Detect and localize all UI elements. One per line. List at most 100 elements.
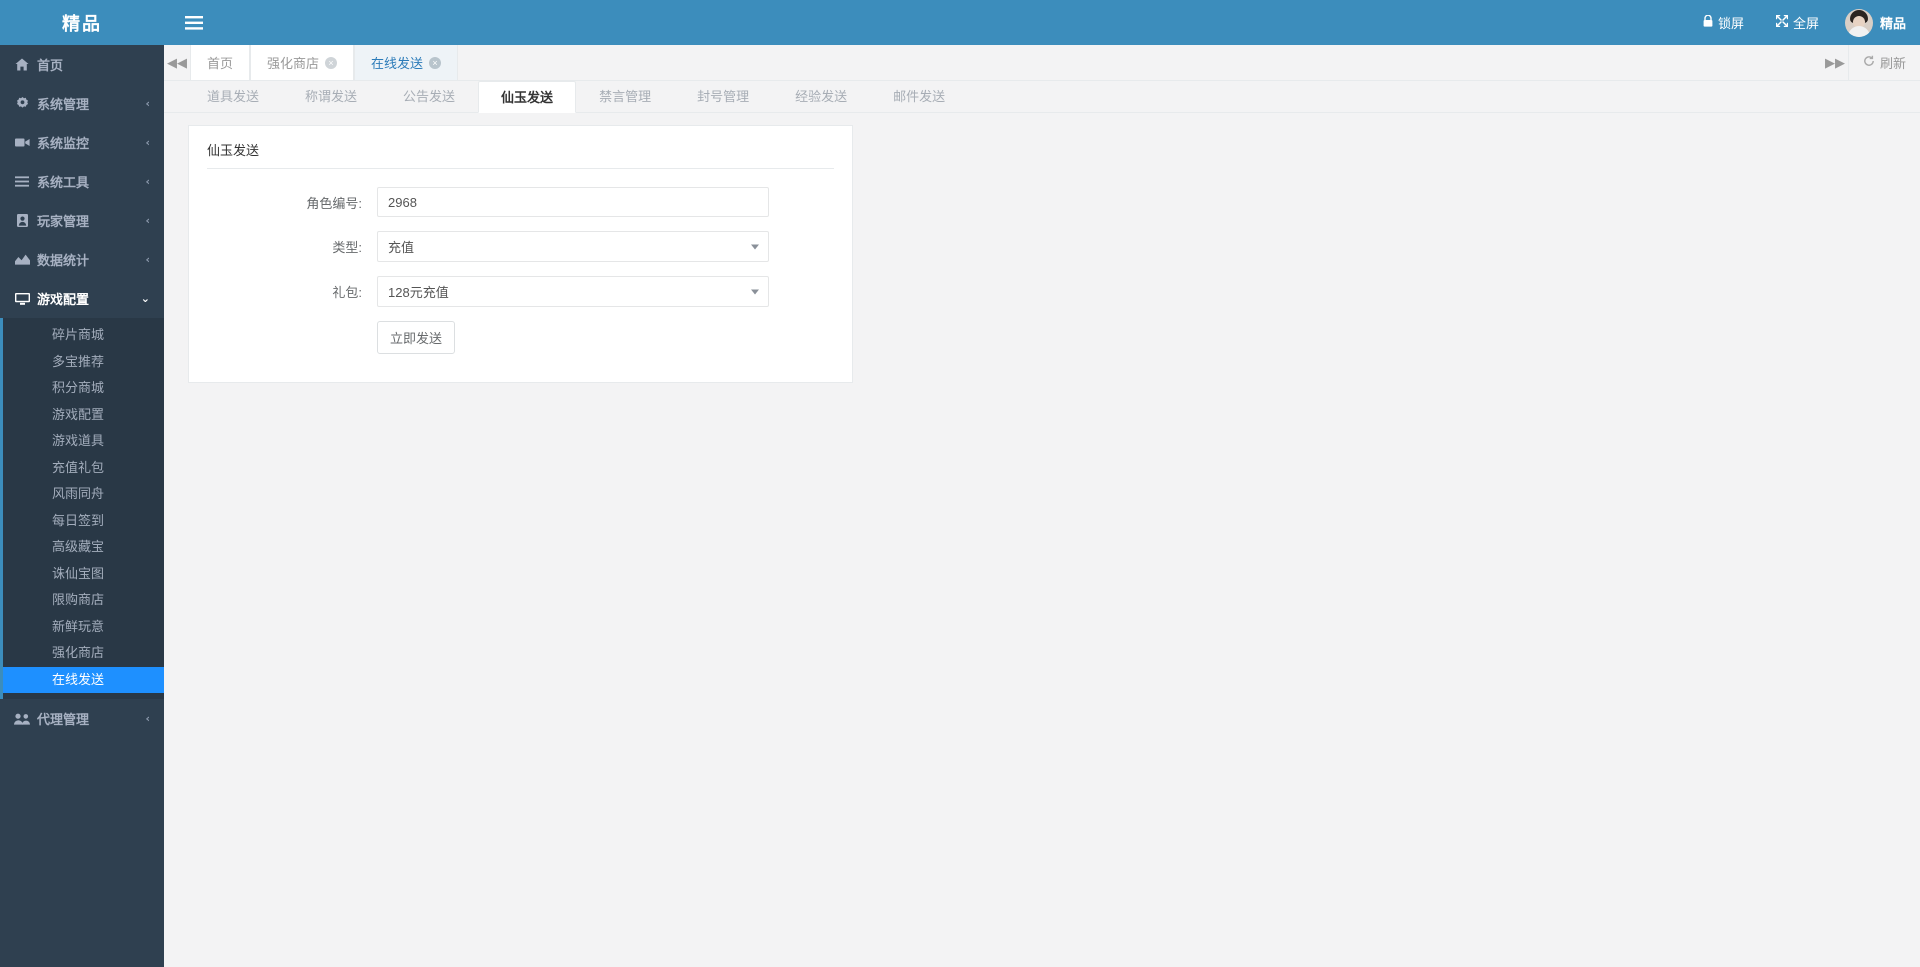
submenu-link-4[interactable]: 游戏道具 xyxy=(0,428,164,455)
fullscreen-button[interactable]: 全屏 xyxy=(1760,0,1835,45)
content-tab-5[interactable]: 封号管理 xyxy=(674,80,772,112)
users-icon xyxy=(14,713,30,725)
close-icon[interactable]: × xyxy=(325,56,338,69)
topbar-actions: 锁屏 全屏 精品 xyxy=(1687,0,1920,45)
sidebar-link-4[interactable]: 玩家管理 ‹ xyxy=(0,201,164,240)
page-tab-1[interactable]: 强化商店 × xyxy=(250,45,355,80)
user-name: 精品 xyxy=(1879,16,1906,31)
sidebar-item-label: 玩家管理 xyxy=(37,214,90,229)
submenu-link-6[interactable]: 风雨同舟 xyxy=(0,481,164,508)
submenu-item: 充值礼包 xyxy=(0,455,164,482)
chevron-double-right-icon[interactable]: ▶▶ xyxy=(1821,45,1848,80)
content-tab-1[interactable]: 称谓发送 xyxy=(282,80,380,112)
content-tab-3[interactable]: 仙玉发送 xyxy=(478,81,577,113)
submenu-link-7[interactable]: 每日签到 xyxy=(0,508,164,535)
sidebar-item-2: 系统监控 ‹ xyxy=(0,123,164,162)
send-now-button[interactable]: 立即发送 xyxy=(377,321,456,354)
sidebar-item-4: 玩家管理 ‹ xyxy=(0,201,164,240)
form-row-role-id: 角色编号: xyxy=(207,187,834,217)
submenu-accent-bar xyxy=(0,318,3,699)
gift-select[interactable]: 128元充值 xyxy=(377,276,769,307)
home-icon xyxy=(14,58,30,71)
sidebar-item-7: 代理管理 ‹ xyxy=(0,699,164,738)
sidebar-item-6: 游戏配置 ⌄ 碎片商城 多宝推荐 积分商城 游戏配置 游戏道具 充值礼包 风雨同舟 每日签到 高级藏… xyxy=(0,279,164,699)
submenu-item: 每日签到 xyxy=(0,508,164,535)
content-tab-0[interactable]: 道具发送 xyxy=(184,80,282,112)
sidebar-nav: 首页 系统管理 ‹ 系统监控 ‹ 系统工具 ‹ 玩家管理 ‹ 数据统计 ‹ 游戏配置 ⌄ 碎片商城 多宝推荐… xyxy=(0,45,164,738)
sidebar-item-5: 数据统计 ‹ xyxy=(0,240,164,279)
panel-area: 仙玉发送 角色编号: 类型: 充值 xyxy=(164,113,1920,383)
user-menu[interactable]: 精品 xyxy=(1835,8,1906,37)
brand-logo[interactable]: 精品 xyxy=(0,0,164,45)
page-tab-label: 强化商店 xyxy=(267,56,320,71)
lock-icon xyxy=(1703,14,1713,30)
page-tab-0[interactable]: 首页 xyxy=(190,45,251,80)
hamburger-icon[interactable] xyxy=(164,0,224,45)
submenu-item: 风雨同舟 xyxy=(0,481,164,508)
list-icon xyxy=(14,176,30,187)
chevron-double-left-icon[interactable]: ◀◀ xyxy=(164,45,190,80)
submenu-link-8[interactable]: 高级藏宝 xyxy=(0,534,164,561)
submenu-link-3[interactable]: 游戏配置 xyxy=(0,402,164,429)
chart-icon xyxy=(14,254,30,265)
sidebar-link-3[interactable]: 系统工具 ‹ xyxy=(0,162,164,201)
page-tabstrip: ◀◀ 首页 强化商店 × 在线发送 × ▶▶ 刷新 xyxy=(164,45,1920,81)
chevron-left-icon: ‹ xyxy=(145,253,150,266)
page-tab-label: 首页 xyxy=(207,56,234,71)
submenu-item: 新鲜玩意 xyxy=(0,614,164,641)
submenu-link-5[interactable]: 充值礼包 xyxy=(0,455,164,482)
expand-icon xyxy=(1775,14,1789,30)
form-actions: 立即发送 xyxy=(207,321,834,354)
refresh-button[interactable]: 刷新 xyxy=(1847,45,1920,80)
submenu-link-11[interactable]: 新鲜玩意 xyxy=(0,614,164,641)
lock-screen-button[interactable]: 锁屏 xyxy=(1687,0,1760,45)
content-tab-6[interactable]: 经验发送 xyxy=(772,80,870,112)
content-tab-4[interactable]: 禁言管理 xyxy=(576,80,674,112)
submenu-link-13[interactable]: 在线发送 xyxy=(0,666,164,693)
submenu-link-1[interactable]: 多宝推荐 xyxy=(0,349,164,376)
submenu-link-12[interactable]: 强化商店 xyxy=(0,640,164,667)
gift-select-value: 128元充值 xyxy=(388,285,449,300)
sidebar-link-6[interactable]: 游戏配置 ⌄ xyxy=(0,279,164,318)
role-id-input[interactable] xyxy=(377,187,769,217)
content-tabs-wrap: 道具发送 称谓发送 公告发送 仙玉发送 禁言管理 封号管理 经验发送 邮件发送 xyxy=(164,81,1920,113)
page-tabs: 首页 强化商店 × 在线发送 × xyxy=(190,45,1822,80)
sidebar-link-5[interactable]: 数据统计 ‹ xyxy=(0,240,164,279)
sidebar-item-1: 系统管理 ‹ xyxy=(0,84,164,123)
sidebar-item-label: 游戏配置 xyxy=(37,292,90,307)
topbar: 锁屏 全屏 精品 xyxy=(164,0,1920,45)
submenu-link-0[interactable]: 碎片商城 xyxy=(0,322,164,349)
submenu-link-2[interactable]: 积分商城 xyxy=(0,375,164,402)
refresh-label: 刷新 xyxy=(1879,56,1906,71)
chevron-down-icon xyxy=(751,289,759,294)
brand-title: 精品 xyxy=(62,13,102,34)
content-tab-2[interactable]: 公告发送 xyxy=(380,80,478,112)
content-tab-7[interactable]: 邮件发送 xyxy=(870,80,968,112)
sidebar-item-label: 系统监控 xyxy=(37,136,90,151)
page-tab-2[interactable]: 在线发送 × xyxy=(354,45,459,80)
close-icon[interactable]: × xyxy=(429,56,442,69)
desktop-icon xyxy=(14,292,30,305)
submenu-item: 诛仙宝图 xyxy=(0,561,164,588)
form-row-type: 类型: 充值 xyxy=(207,231,834,262)
sidebar-item-label: 数据统计 xyxy=(37,253,90,268)
gift-label: 礼包: xyxy=(332,285,362,300)
submenu-item: 多宝推荐 xyxy=(0,349,164,376)
sidebar-link-7[interactable]: 代理管理 ‹ xyxy=(0,699,164,738)
submenu-item: 限购商店 xyxy=(0,587,164,614)
submenu-item: 在线发送 xyxy=(0,666,164,693)
submenu-link-10[interactable]: 限购商店 xyxy=(0,587,164,614)
video-icon xyxy=(14,137,30,148)
sidebar-item-label: 首页 xyxy=(37,58,64,73)
submenu-link-9[interactable]: 诛仙宝图 xyxy=(0,561,164,588)
type-select[interactable]: 充值 xyxy=(377,231,769,262)
sidebar-link-2[interactable]: 系统监控 ‹ xyxy=(0,123,164,162)
sidebar-link-0[interactable]: 首页 xyxy=(0,45,164,84)
page-tab-label: 在线发送 xyxy=(371,56,424,71)
app-root: 精品 首页 系统管理 ‹ 系统监控 ‹ 系统工具 ‹ 玩家管理 ‹ 数据统计 ‹ 游戏配置 ⌄ 碎片商城多… xyxy=(0,0,1920,967)
refresh-icon xyxy=(1863,55,1875,70)
sidebar-item-label: 系统工具 xyxy=(37,175,90,190)
chevron-left-icon: ‹ xyxy=(145,214,150,227)
sidebar-link-1[interactable]: 系统管理 ‹ xyxy=(0,84,164,123)
sidebar: 精品 首页 系统管理 ‹ 系统监控 ‹ 系统工具 ‹ 玩家管理 ‹ 数据统计 ‹ 游戏配置 ⌄ 碎片商城多… xyxy=(0,0,164,967)
